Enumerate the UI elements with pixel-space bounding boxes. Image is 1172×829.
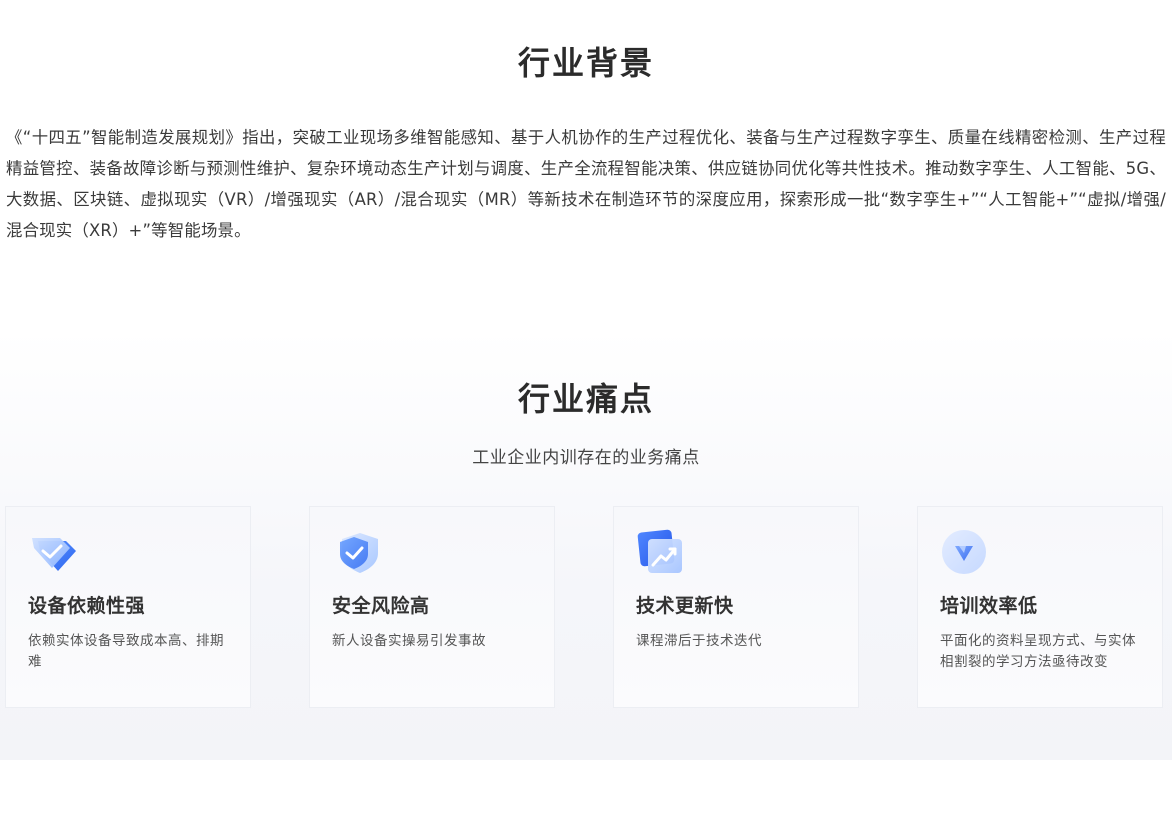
- trend-chart-icon: [636, 527, 686, 577]
- pain-card-safety-risk: 安全风险高 新人设备实操易引发事故: [309, 506, 555, 708]
- triangle-badge-icon: [940, 527, 990, 577]
- industry-pain-points-section: 行业痛点 工业企业内训存在的业务痛点 设备依赖性强 依赖实体设备导致成本高、排期…: [0, 330, 1172, 760]
- shield-check-icon: [332, 527, 382, 577]
- pain-card-equipment-dependency: 设备依赖性强 依赖实体设备导致成本高、排期难: [5, 506, 251, 708]
- pain-card-title: 安全风险高: [332, 595, 430, 617]
- industry-background-section: 行业背景 《“十四五”智能制造发展规划》指出，突破工业现场多维智能感知、基于人机…: [0, 0, 1172, 330]
- page: 行业背景 《“十四五”智能制造发展规划》指出，突破工业现场多维智能感知、基于人机…: [0, 0, 1172, 829]
- pain-card-low-efficiency: 培训效率低 平面化的资料呈现方式、与实体相割裂的学习方法亟待改变: [917, 506, 1163, 708]
- pain-card-fast-tech-update: 技术更新快 课程滞后于技术迭代: [613, 506, 859, 708]
- pain-card-desc: 课程滞后于技术迭代: [636, 633, 762, 649]
- section-title-pain-points: 行业痛点: [517, 380, 654, 418]
- background-paragraph: 《“十四五”智能制造发展规划》指出，突破工业现场多维智能感知、基于人机协作的生产…: [6, 128, 1166, 240]
- section-subtitle-pain-points: 工业企业内训存在的业务痛点: [472, 448, 700, 468]
- pain-card-title: 设备依赖性强: [28, 595, 146, 617]
- section-title-background: 行业背景: [517, 44, 654, 82]
- pain-card-title: 技术更新快: [636, 595, 734, 617]
- pain-card-desc: 依赖实体设备导致成本高、排期难: [28, 633, 224, 670]
- pain-card-title: 培训效率低: [940, 595, 1038, 617]
- pain-point-cards: 设备依赖性强 依赖实体设备导致成本高、排期难 安全风险高 新人设备实操易引发事故…: [5, 506, 1167, 710]
- pain-card-desc: 平面化的资料呈现方式、与实体相割裂的学习方法亟待改变: [940, 633, 1136, 670]
- pain-card-desc: 新人设备实操易引发事故: [332, 633, 486, 649]
- diamond-check-icon: [28, 527, 78, 577]
